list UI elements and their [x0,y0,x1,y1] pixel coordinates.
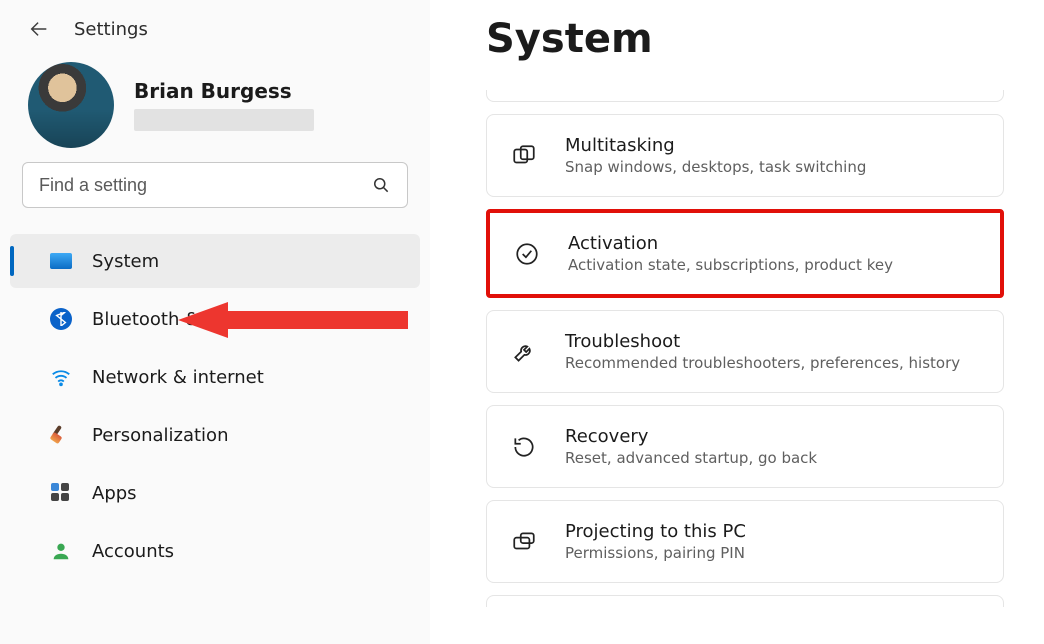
card-stub-top [486,90,1004,102]
sidebar: Settings Brian Burgess System [0,0,430,644]
nav-label: Accounts [92,541,174,562]
profile-email-placeholder [134,109,314,131]
nav-item-system[interactable]: System [10,234,420,288]
nav-label: Personalization [92,425,228,446]
nav-label: Bluetooth & devices [92,309,273,330]
profile-name: Brian Burgess [134,79,314,103]
card-subtitle: Recommended troubleshooters, preferences… [565,354,960,372]
nav-item-personalization[interactable]: Personalization [10,408,420,462]
card-list: Multitasking Snap windows, desktops, tas… [486,90,1004,607]
main-panel: System Multitasking Snap windows, deskto… [430,0,1044,644]
recovery-icon [509,432,539,462]
card-subtitle: Activation state, subscriptions, product… [568,256,893,274]
card-subtitle: Permissions, pairing PIN [565,544,746,562]
sidebar-header: Settings [0,18,430,58]
card-activation[interactable]: Activation Activation state, subscriptio… [486,209,1004,298]
multitasking-icon [509,141,539,171]
search-container [0,162,430,226]
card-title: Recovery [565,426,817,447]
settings-title: Settings [74,19,148,40]
card-title: Projecting to this PC [565,521,746,542]
nav-label: Network & internet [92,367,264,388]
card-subtitle: Snap windows, desktops, task switching [565,158,866,176]
search-icon [371,175,391,195]
projecting-icon [509,527,539,557]
nav-label: Apps [92,483,137,504]
card-title: Troubleshoot [565,331,960,352]
personalization-icon [50,424,72,446]
wifi-icon [50,366,72,388]
card-title: Multitasking [565,135,866,156]
nav-item-bluetooth[interactable]: Bluetooth & devices [10,292,420,346]
card-stub-bottom [486,595,1004,607]
search-input[interactable] [39,175,371,196]
nav-label: System [92,251,159,272]
card-multitasking[interactable]: Multitasking Snap windows, desktops, tas… [486,114,1004,197]
nav-item-accounts[interactable]: Accounts [10,524,420,578]
system-icon [50,250,72,272]
profile-block[interactable]: Brian Burgess [0,58,430,162]
bluetooth-icon [50,308,72,330]
avatar [28,62,114,148]
activation-icon [512,239,542,269]
card-recovery[interactable]: Recovery Reset, advanced startup, go bac… [486,405,1004,488]
card-title: Activation [568,233,893,254]
troubleshoot-icon [509,337,539,367]
back-arrow-icon[interactable] [28,18,50,40]
nav-item-apps[interactable]: Apps [10,466,420,520]
search-box[interactable] [22,162,408,208]
card-troubleshoot[interactable]: Troubleshoot Recommended troubleshooters… [486,310,1004,393]
accounts-icon [50,540,72,562]
nav: System Bluetooth & devices Network & int… [0,226,430,578]
card-subtitle: Reset, advanced startup, go back [565,449,817,467]
nav-item-network[interactable]: Network & internet [10,350,420,404]
apps-icon [50,482,72,504]
page-title: System [486,0,1004,90]
card-projecting[interactable]: Projecting to this PC Permissions, pairi… [486,500,1004,583]
